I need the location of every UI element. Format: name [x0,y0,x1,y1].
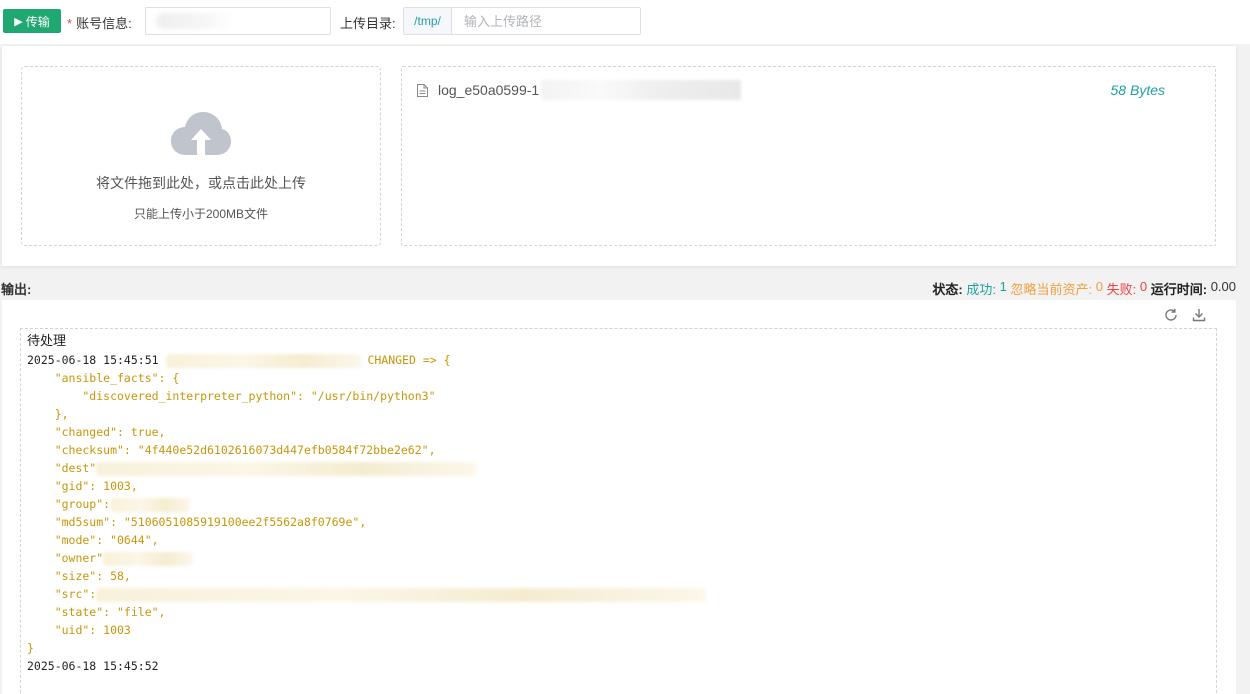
redacted-file-name [541,80,742,100]
play-icon: ▶ [14,15,23,28]
console-line: "changed": true, [27,425,166,439]
file-size: 58 Bytes [1110,82,1165,98]
file-list-item[interactable]: log_e50a0599-1 58 Bytes [402,79,1215,101]
output-panel: 待处理 2025-06-18 15:45:51 CHANGED => { "ans… [2,300,1236,694]
file-list: log_e50a0599-1 58 Bytes [401,66,1216,246]
download-icon[interactable] [1192,308,1206,322]
redacted-value [96,587,707,602]
account-select[interactable] [145,7,331,35]
runtime-label: 运行时间: [1150,282,1208,297]
console-timestamp: 2025-06-18 15:45:52 [27,659,159,673]
console-line: "mode": "0644", [27,533,159,547]
output-tools [1164,308,1206,322]
redacted-host [165,353,361,368]
account-label-text: 账号信息: [76,16,132,31]
console-line: "gid": 1003, [27,479,138,493]
run-transfer-button[interactable]: ▶ 传输 [3,9,61,33]
redacted-value [103,551,194,566]
redacted-account [156,13,236,29]
upload-path-group: /tmp/ [403,7,641,35]
upload-path-label: 上传目录: [340,16,396,31]
console-key: "dest" [27,461,97,475]
console-line: 2025-06-18 15:45:51 CHANGED => { [27,351,1210,369]
console-line: "md5sum": "5106051085919100ee2f5562a8f07… [27,515,367,529]
success-count: 1 [999,279,1007,294]
console-line: "group": [27,495,1210,513]
console-line: "state": "file", [27,605,166,619]
document-icon [417,83,428,97]
fail-label: 失败: [1106,282,1137,297]
console-changed: CHANGED => { [367,353,451,367]
refresh-icon[interactable] [1164,308,1178,322]
output-label: 输出: [1,282,32,297]
console-line: "discovered_interpreter_python": "/usr/b… [27,389,436,403]
status-summary: 状态: 成功: 1 忽略当前资产: 0 失败: 0 运行时间: 0.00 [932,279,1236,298]
file-name: log_e50a0599-1 [438,82,540,98]
top-toolbar: ▶ 传输 * 账号信息: 上传目录: /tmp/ [0,0,1250,44]
console-key: "group": [27,497,111,511]
console-timestamp: 2025-06-18 15:45:51 [27,353,159,367]
upload-dropzone[interactable]: 将文件拖到此处，或点击此处上传 只能上传小于200MB文件 [21,66,381,246]
upload-panel: 将文件拖到此处，或点击此处上传 只能上传小于200MB文件 log_e50a05… [2,46,1236,266]
success-label: 成功: [966,282,997,297]
skip-count: 0 [1095,279,1103,294]
status-label: 状态: [932,282,963,297]
runtime-value: 0.00 [1210,279,1236,294]
dropzone-text: 将文件拖到此处，或点击此处上传 [96,175,306,191]
dropzone-tip: 只能上传小于200MB文件 [133,207,269,221]
redacted-value [110,497,191,512]
console-pending: 待处理 [27,334,67,349]
path-prefix: /tmp/ [404,8,452,34]
console-line: "checksum": "4f440e52d6102616073d447efb0… [27,443,436,457]
cloud-upload-icon [171,112,231,155]
skip-label: 忽略当前资产: [1010,282,1093,297]
console-key: "owner" [27,551,104,565]
fail-count: 0 [1139,279,1148,294]
output-console[interactable]: 待处理 2025-06-18 15:45:51 CHANGED => { "ans… [20,328,1217,694]
run-button-label: 传输 [25,14,50,29]
console-key: "src": [27,587,97,601]
console-line: "dest" [27,459,1210,477]
console-line: } [27,641,34,655]
required-mark: * [67,16,73,31]
console-line: }, [27,407,69,421]
console-line: "uid": 1003 [27,623,131,637]
console-line: "ansible_facts": { [27,371,180,385]
console-line: "src": [27,585,1210,603]
upload-path-input[interactable] [452,8,640,34]
redacted-value [96,461,477,476]
console-line: "size": 58, [27,569,131,583]
account-label: * 账号信息: [67,13,132,32]
console-line: "owner" [27,549,1210,567]
